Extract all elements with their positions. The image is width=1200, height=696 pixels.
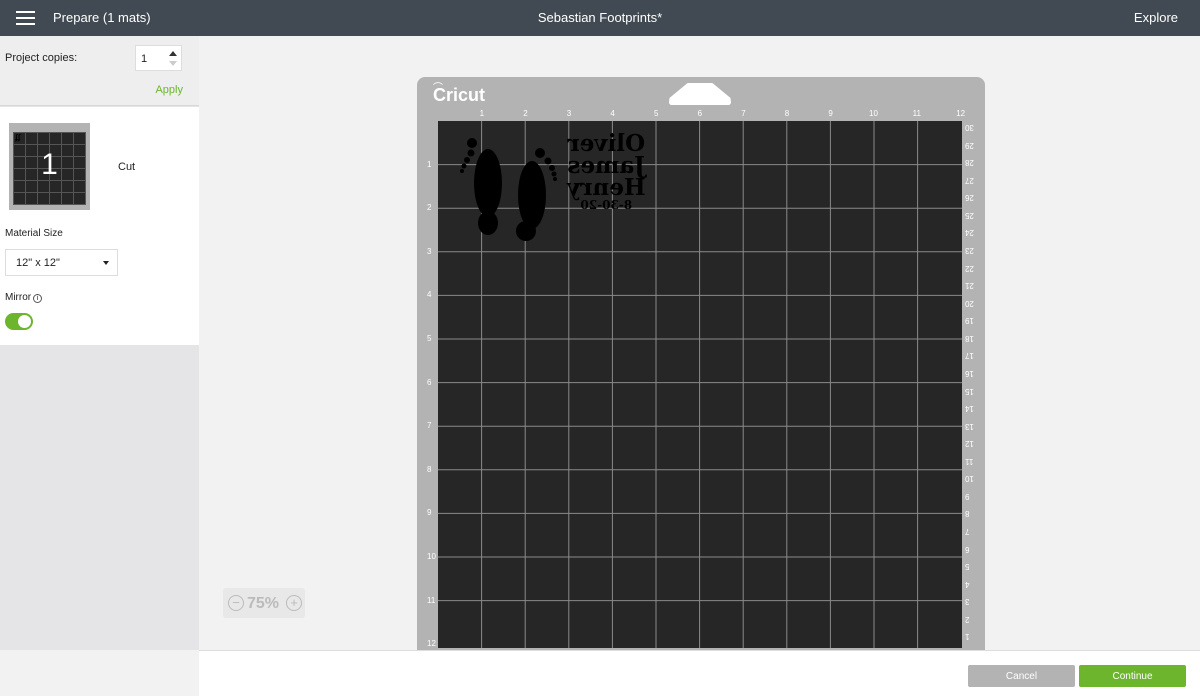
ruler-right-tick: 10 — [965, 474, 974, 484]
footprints-icon — [460, 138, 557, 241]
zoom-out-icon[interactable]: − — [228, 595, 244, 611]
mirror-label-text: Mirror — [5, 292, 32, 303]
ruler-top-tick: 1 — [479, 109, 485, 118]
mat-number: 1 — [41, 148, 58, 181]
ruler-right-tick: 26 — [965, 193, 974, 203]
cancel-button[interactable]: Cancel — [968, 665, 1075, 687]
cutting-mat: ⌒ Cricut 1 2 3 4 5 6 7 8 9 10 11 12 1 2 3 4 5 6 7 8 9 10 11 12… — [417, 77, 985, 650]
mat-hanger-hook — [669, 83, 731, 105]
ruler-right-tick: 14 — [965, 404, 974, 414]
mirror-toggle[interactable] — [5, 313, 33, 330]
ruler-left-tick: 2 — [427, 203, 432, 213]
ruler-left-tick: 3 — [427, 246, 432, 256]
sidebar-footer — [0, 650, 199, 696]
chevron-down-icon — [103, 261, 109, 265]
prepare-title: Prepare (1 mats) — [53, 10, 151, 25]
ruler-right-tick: 18 — [965, 333, 974, 343]
ruler-right-tick: 5 — [965, 562, 970, 572]
project-copies-input[interactable]: 1 — [135, 45, 182, 71]
ruler-top-tick: 12 — [956, 109, 966, 118]
ruler-top-tick: 7 — [741, 109, 746, 118]
ruler-left-tick: 5 — [427, 334, 432, 343]
increment-arrow-icon[interactable] — [169, 51, 177, 56]
ruler-left-tick: 7 — [427, 421, 432, 431]
ruler-right-tick: 23 — [965, 245, 974, 255]
ruler-right-tick: 3 — [965, 597, 970, 607]
zoom-in-icon[interactable]: + — [286, 595, 302, 611]
top-bar: Prepare (1 mats) Sebastian Footprints* E… — [0, 0, 1200, 36]
ruler-top-tick: 10 — [869, 109, 878, 118]
ruler-top-tick: 3 — [566, 109, 572, 118]
ruler-right-tick: 27 — [965, 175, 974, 185]
cricut-logo: Cricut — [433, 85, 486, 105]
ruler-right-tick: 4 — [965, 579, 970, 589]
zoom-control: − 75% + — [223, 588, 305, 618]
ruler-right-tick: 20 — [965, 298, 974, 308]
ruler-top-tick: 2 — [523, 109, 528, 118]
bottom-bar: Cancel Continue — [199, 650, 1200, 696]
mat-panel: ʄʄ 1 Cut Material Size 12" x 12" Mirror i — [0, 107, 199, 345]
ruler-right-tick: 15 — [965, 386, 974, 396]
mat-thumbnail-grid: ʄʄ 1 — [13, 132, 86, 205]
material-size-select[interactable]: 12" x 12" — [5, 249, 118, 276]
ruler-left-tick: 11 — [427, 595, 436, 605]
material-size-label: Material Size — [5, 228, 63, 239]
toggle-knob — [18, 315, 31, 328]
ruler-right-tick: 12 — [965, 439, 974, 449]
thumbnail-footprints-icon: ʄʄ — [15, 133, 21, 142]
ruler-right-tick: 2 — [965, 614, 970, 624]
explore-link[interactable]: Explore — [1134, 10, 1178, 25]
sidebar: Project copies: 1 Apply ʄʄ 1 Cut Materia… — [0, 36, 199, 650]
ruler-top-tick: 5 — [654, 109, 659, 118]
ruler-left-tick: 12 — [427, 639, 436, 649]
project-copies-panel: Project copies: 1 Apply — [0, 36, 199, 106]
ruler-right-tick: 17 — [965, 351, 974, 361]
ruler-right-tick: 13 — [965, 421, 974, 431]
ruler-top-tick: 9 — [828, 109, 833, 118]
ruler-right-tick: 24 — [965, 228, 974, 238]
mat-thumbnail[interactable]: ʄʄ 1 — [9, 123, 90, 210]
ruler-left-tick: 1 — [427, 159, 432, 169]
decrement-arrow-icon[interactable] — [169, 61, 177, 66]
ruler-right-tick: 29 — [965, 140, 974, 150]
ruler-right-tick: 22 — [965, 263, 974, 273]
mirrored-names-text: Oliver James Henry 8-30-20 — [567, 130, 646, 212]
ruler-top-tick: 6 — [697, 109, 703, 118]
ruler-top-tick: 11 — [912, 109, 921, 118]
apply-button[interactable]: Apply — [155, 84, 183, 96]
ruler-left-tick: 6 — [427, 377, 432, 387]
ruler-right-tick: 8 — [965, 509, 970, 519]
material-size-value: 12" x 12" — [16, 257, 60, 269]
continue-button[interactable]: Continue — [1079, 665, 1186, 687]
name-line-3: Henry — [567, 174, 646, 201]
ruler-right-tick: 16 — [965, 368, 974, 378]
ruler-right-tick: 1 — [965, 632, 970, 642]
project-copies-value: 1 — [141, 53, 148, 65]
ruler-right-tick: 25 — [965, 210, 974, 220]
mirror-label: Mirror i — [5, 292, 43, 303]
ruler-left-tick: 10 — [427, 552, 436, 561]
ruler-right-tick: 21 — [965, 281, 974, 291]
ruler-top-tick: 8 — [784, 109, 790, 118]
mat-grid: Oliver James Henry 8-30-20 — [438, 121, 962, 648]
hamburger-menu-icon[interactable] — [16, 11, 35, 25]
zoom-level: 75% — [247, 595, 280, 612]
project-copies-label: Project copies: — [5, 52, 78, 64]
ruler-right-tick: 28 — [965, 158, 974, 168]
mat-canvas[interactable]: ⌒ Cricut 1 2 3 4 5 6 7 8 9 10 11 12 1 2 3 4 5 6 7 8 9 10 11 12… — [199, 36, 1200, 650]
ruler-top-tick: 4 — [610, 109, 615, 118]
ruler-right-tick: 11 — [965, 456, 974, 466]
mat-operation-label: Cut — [118, 161, 136, 173]
ruler-right-tick: 9 — [965, 491, 970, 501]
ruler-right-tick: 19 — [965, 316, 974, 326]
ruler-right-tick: 30 — [965, 123, 974, 132]
ruler-right-tick: 6 — [965, 544, 970, 554]
ruler-left-tick: 9 — [427, 508, 432, 518]
ruler-left-tick: 8 — [427, 464, 432, 474]
ruler-right-tick: 7 — [965, 527, 970, 537]
info-icon[interactable]: i — [33, 294, 43, 303]
ruler-left-tick: 4 — [427, 290, 432, 300]
project-name: Sebastian Footprints* — [537, 10, 663, 25]
